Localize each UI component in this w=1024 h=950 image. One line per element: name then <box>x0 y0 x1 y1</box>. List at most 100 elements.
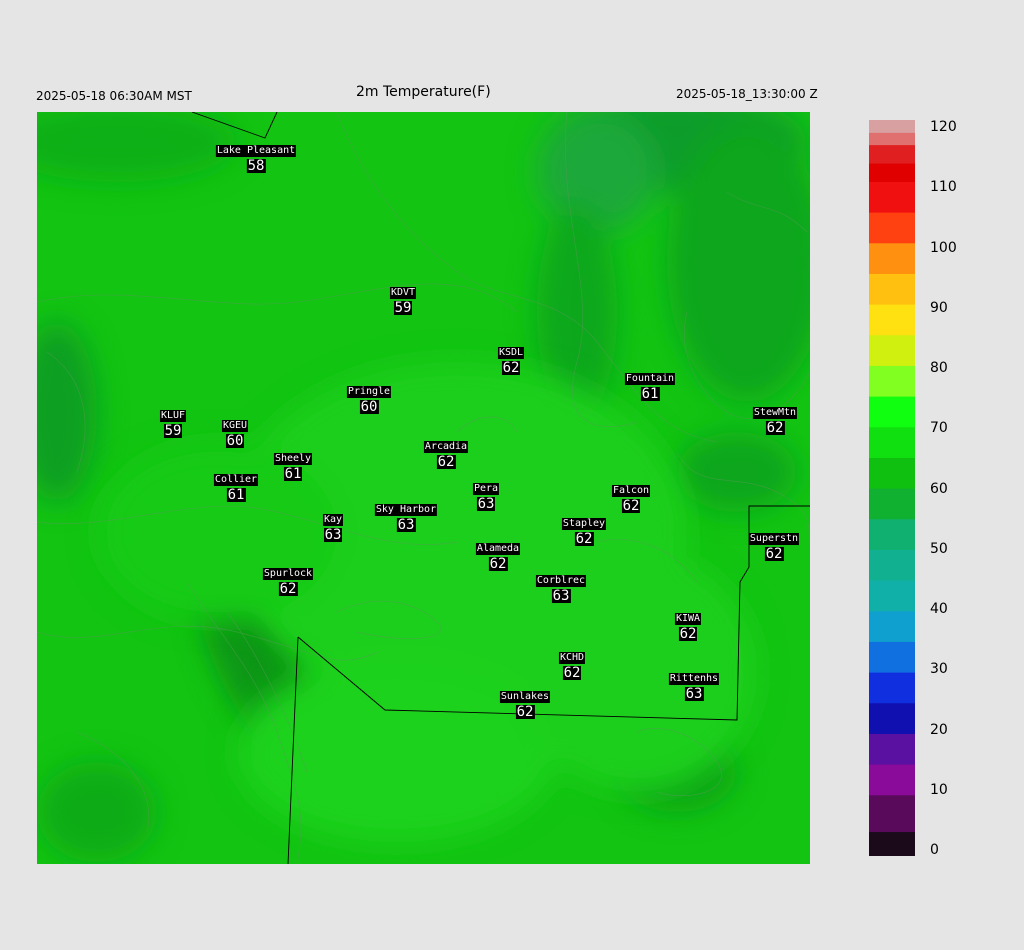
station-name: StewMtn <box>752 407 798 419</box>
colorbar-segment <box>869 653 915 661</box>
station-name: Lake Pleasant <box>215 145 297 157</box>
station-name: Rittenhs <box>668 673 720 685</box>
colorbar-segment <box>869 273 915 281</box>
station-marker: Pera 63 <box>472 478 500 512</box>
temperature-field-map <box>37 112 810 864</box>
colorbar-segment <box>869 438 915 446</box>
station-name: KCHD <box>558 652 586 664</box>
colorbar-segment <box>869 592 915 599</box>
station-marker: Falcon 62 <box>611 480 651 514</box>
colorbar-segment <box>869 346 915 354</box>
colorbar-segment <box>869 494 915 501</box>
station-name: Sunlakes <box>499 691 551 703</box>
colorbar-segment <box>869 819 915 826</box>
colorbar-segment <box>869 739 915 747</box>
station-temperature: 63 <box>476 496 496 512</box>
colorbar-segment <box>869 365 915 373</box>
colorbar-segment <box>869 193 915 201</box>
station-name: KLUF <box>159 410 187 422</box>
station-marker: Rittenhs 63 <box>668 668 720 702</box>
colorbar-tick-label: 0 <box>930 842 939 858</box>
colorbar-segment <box>869 297 915 305</box>
colorbar-segment <box>869 678 915 685</box>
colorbar-segment <box>869 236 915 244</box>
colorbar-segment <box>869 328 915 336</box>
colorbar-segment <box>869 230 915 238</box>
station-name: Kay <box>322 514 344 526</box>
station-name: Superstn <box>748 533 800 545</box>
station-name: KIWA <box>674 613 702 625</box>
station-marker: Corblrec 63 <box>535 570 587 603</box>
colorbar-segment <box>869 721 915 728</box>
station-marker: KCHD 62 <box>558 647 586 680</box>
station-marker: KLUF 59 <box>159 405 187 439</box>
colorbar-segment <box>869 261 915 268</box>
colorbar-segment <box>869 488 915 495</box>
station-name: Spurlock <box>262 568 314 580</box>
colorbar-segment <box>869 402 915 409</box>
station-marker: Spurlock 62 <box>262 563 314 596</box>
colorbar-segment <box>869 279 915 287</box>
temperature-colorbar <box>869 120 915 856</box>
colorbar-segment <box>869 144 915 152</box>
station-marker: KDVT 59 <box>389 282 417 315</box>
colorbar-segment <box>869 518 915 526</box>
colorbar-segment <box>869 414 915 422</box>
colorbar-segment <box>869 543 915 550</box>
colorbar-segment <box>869 451 915 458</box>
colorbar-segment <box>869 138 915 146</box>
colorbar-segment <box>869 475 915 483</box>
colorbar-tick-label: 110 <box>930 179 957 196</box>
colorbar-segment <box>869 524 915 532</box>
colorbar-tick-label: 20 <box>930 721 948 738</box>
station-marker: KGEU 60 <box>221 415 249 448</box>
colorbar-segment <box>869 708 915 716</box>
colorbar-segment <box>869 224 915 231</box>
colorbar-segment <box>869 825 915 833</box>
station-temperature: 61 <box>283 466 303 482</box>
station-temperature: 63 <box>323 527 343 543</box>
colorbar-segment <box>869 500 915 507</box>
colorbar-segment <box>869 132 915 139</box>
colorbar-segment <box>869 622 915 630</box>
station-temperature: 62 <box>574 531 594 547</box>
colorbar-segment <box>869 463 915 471</box>
colorbar-segment <box>869 573 915 581</box>
colorbar-segment <box>869 371 915 379</box>
station-temperature: 62 <box>765 420 785 436</box>
station-temperature: 62 <box>621 498 641 514</box>
station-name: KSDL <box>497 347 525 359</box>
station-temperature: 62 <box>501 360 521 376</box>
utc-time-label: 2025-05-18_13:30:00 Z <box>676 87 818 101</box>
colorbar-segment <box>869 334 915 342</box>
station-name: Falcon <box>611 485 651 497</box>
colorbar-segment <box>869 181 915 189</box>
colorbar-segment <box>869 696 915 704</box>
colorbar-segment <box>869 782 915 790</box>
colorbar-segment <box>869 267 915 274</box>
station-marker: StewMtn 62 <box>752 402 798 436</box>
colorbar-segment <box>869 659 915 667</box>
station-name: KGEU <box>221 420 249 432</box>
colorbar-segment <box>869 629 915 636</box>
colorbar-tick-label: 90 <box>930 299 948 316</box>
colorbar-segment <box>869 567 915 575</box>
station-marker: Alameda 62 <box>475 538 521 571</box>
colorbar-segment <box>869 310 915 317</box>
colorbar-segment <box>869 776 915 783</box>
colorbar-segment <box>869 714 915 722</box>
station-name: Sheely <box>273 453 313 465</box>
colorbar-segment <box>869 604 915 612</box>
station-name: Corblrec <box>535 575 587 587</box>
colorbar-segment <box>869 672 915 679</box>
colorbar-segment <box>869 806 915 814</box>
station-temperature: 63 <box>684 686 704 702</box>
colorbar-segment <box>869 665 915 673</box>
colorbar-segment <box>869 561 915 569</box>
colorbar-segment <box>869 733 915 741</box>
colorbar-segment <box>869 396 915 403</box>
station-temperature: 59 <box>163 423 183 439</box>
colorbar-segment <box>869 291 915 299</box>
station-temperature: 62 <box>678 626 698 642</box>
colorbar-segment <box>869 610 915 618</box>
